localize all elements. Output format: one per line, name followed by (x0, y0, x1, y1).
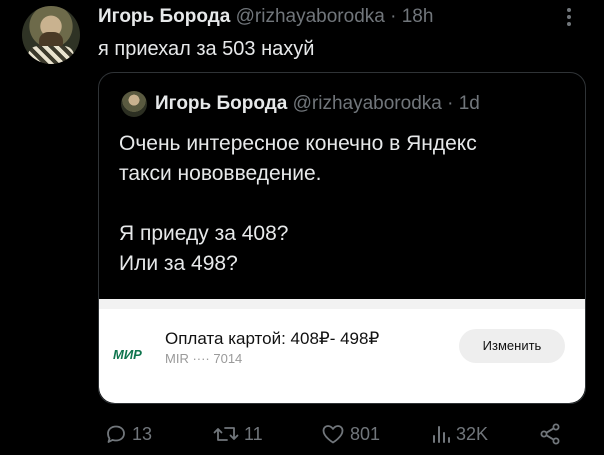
quoted-line: Очень интересное конечно в Яндекс (119, 132, 477, 155)
quoted-author-handle: @rizhayaborodka (292, 93, 442, 114)
avatar-scarf (28, 46, 74, 64)
reply-count: 13 (132, 423, 153, 444)
share-button[interactable] (538, 418, 562, 450)
quoted-author-avatar (121, 91, 147, 117)
views-count: 32K (456, 423, 489, 444)
quoted-header-separator: · (447, 93, 454, 114)
tweet-actions: 13 11 801 32K (0, 418, 604, 450)
quoted-tweet-text: Очень интересное конечно в Яндекс такси … (119, 129, 559, 279)
payment-card-image: МИР Оплата картой: 408₽- 498₽ MIR ···· 7… (99, 299, 585, 403)
reply-icon (107, 425, 125, 443)
header-separator: · (390, 6, 397, 27)
payment-card-number: MIR ···· 7014 (165, 351, 243, 366)
card-top-strip (99, 299, 585, 309)
quoted-line: Я приеду за 408? (119, 222, 289, 245)
quoted-tweet-time: 1d (458, 93, 480, 114)
reply-button[interactable]: 13 (104, 418, 152, 450)
tweet-text: я приехал за 503 нахуй (98, 38, 315, 60)
share-icon (540, 423, 560, 445)
payment-title: Оплата картой: 408₽- 498₽ (165, 329, 380, 348)
author-handle[interactable]: @rizhayaborodka (236, 6, 385, 27)
change-payment-button: Изменить (459, 329, 565, 363)
repost-count: 11 (244, 423, 263, 444)
quoted-tweet[interactable]: Игорь Борода @rizhayaborodka · 1d Очень … (98, 72, 586, 404)
quoted-tweet-header: Игорь Борода @rizhayaborodka · 1d (155, 93, 480, 115)
mir-logo: МИР (113, 347, 142, 362)
author-avatar[interactable] (22, 6, 80, 64)
like-count: 801 (350, 423, 381, 444)
like-button[interactable]: 801 (320, 418, 380, 450)
repost-button[interactable]: 11 (212, 418, 263, 450)
heart-icon (322, 425, 344, 444)
quoted-author-name: Игорь Борода (155, 93, 288, 114)
author-name[interactable]: Игорь Борода (98, 6, 230, 27)
repost-icon (213, 427, 239, 441)
quoted-line: Или за 498? (119, 252, 238, 275)
tweet-header: Игорь Борода @rizhayaborodka · 18h (98, 6, 433, 28)
views-button[interactable]: 32K (430, 418, 488, 450)
tweet-time[interactable]: 18h (402, 6, 434, 27)
views-chart-icon (433, 426, 450, 443)
more-dots-icon[interactable] (566, 6, 572, 33)
quoted-line: такси нововведение. (119, 162, 322, 185)
